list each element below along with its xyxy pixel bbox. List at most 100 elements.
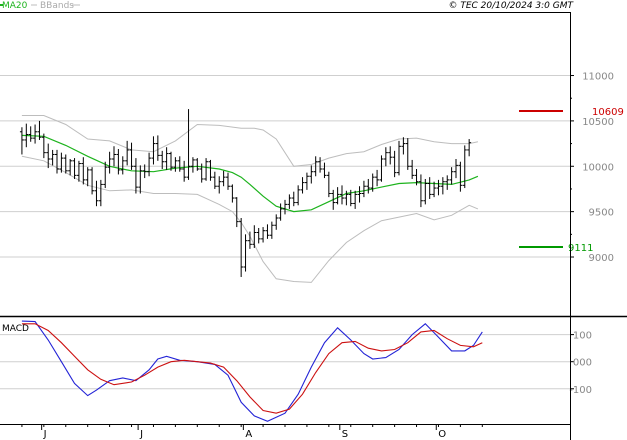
macd-signal-line [21,323,483,414]
ma20-legend-label: MA20 [2,1,28,11]
stock-chart: 106099111 9000 9500 10000 10500 11000 100 000… [0,1,627,440]
ohlc-bar [217,176,222,194]
ohlc-bar [283,199,287,215]
price-tick-label: 10500 [582,117,614,128]
ohlc-bar [436,179,441,196]
ohlc-bar [190,157,195,173]
date-tick-label: J [139,429,143,440]
ohlc-bar [173,157,178,172]
ohlc-bar [94,180,99,207]
ohlc-bar [418,174,423,208]
ohlc-bar [138,165,143,194]
ohlc-bar [208,159,213,181]
ohlc-bar [405,138,410,170]
ohlc-bar [50,149,55,166]
ohlc-bar [147,152,152,177]
ohlc-bar [357,186,362,203]
bbands-legend-label: BBands [40,1,74,11]
ohlc-bar [204,158,209,181]
macd-tick-label: -100 [569,385,592,396]
ohlc-bar [212,171,217,189]
price-bars [19,109,472,277]
date-axis: JJASO [21,424,483,440]
ohlc-bar [90,167,95,195]
ohlc-bar [226,172,230,190]
ohlc-bar [133,158,138,194]
ma20-line-path [21,134,479,213]
ohlc-bar [195,158,200,171]
ohlc-bar [269,221,274,239]
ohlc-bar [19,127,24,155]
ohlc-bar [265,224,270,239]
header-legend: MA20 BBands © TEC 20/10/2024 3:0 GMT [0,1,574,11]
bband-upper-line [21,115,479,167]
ohlc-bar [318,157,323,173]
macd-tick-label: 100 [573,331,592,342]
ohlc-bar [454,159,458,179]
ohlc-bar [243,234,248,272]
ohlc-bar [155,135,160,161]
price-tick-label: 9500 [589,208,614,219]
date-tick-label: O [438,429,446,440]
ohlc-bar [427,177,432,199]
ohlc-bar [291,191,296,207]
bband-lower-line [21,155,479,283]
date-tick-label: J [43,429,47,440]
ohlc-bar [353,190,358,209]
ohlc-bar [410,159,415,179]
ohlc-bar [63,154,68,174]
ohlc-bar [76,160,81,182]
ohlc-bar [287,194,292,209]
ohlc-bar [182,160,187,182]
ohlc-bar [72,158,77,179]
ohlc-bar [252,225,257,248]
date-tick-label: A [245,429,252,440]
ohlc-bar [55,149,59,174]
macd-panel-title: MACD [2,324,29,334]
ohlc-bar [401,137,406,155]
macd-lines [21,320,483,422]
ohlc-bar [388,146,393,165]
ohlc-bar [326,171,331,198]
macd-panel: 100 000 -100 [0,320,592,422]
ohlc-bar [300,177,305,194]
macd-tick-label: 000 [573,358,592,369]
ohlc-bar [103,161,108,189]
ohlc-bar [392,150,397,178]
date-tick-label: S [342,429,348,440]
main-grid [0,75,570,258]
ohlc-bar [296,185,301,206]
ohlc-bar [85,167,90,187]
ohlc-bar [177,156,182,172]
ohlc-bar [304,172,309,190]
ohlc-bar [274,214,279,230]
ohlc-bar [309,165,314,184]
ohlc-bar [98,179,103,207]
ohlc-bar [33,124,38,144]
ohlc-bar [322,162,327,179]
ohlc-bar [112,146,116,167]
ohlc-bar [366,178,371,194]
ohlc-bar [37,120,42,140]
ohlc-bar [28,126,33,142]
ohlc-bar [186,109,191,180]
ohlc-bar [81,157,86,185]
ohlc-bar [383,147,388,167]
macd-grid [0,334,570,390]
ohlc-bar [397,140,401,176]
ohlc-bar [449,167,454,185]
ohlc-bar [379,155,384,182]
ohlc-bar [375,169,380,187]
main-panel: 106099111 9000 9500 10000 10500 11000 [0,72,624,283]
ohlc-bar [467,139,472,157]
ohlc-bar [230,184,235,203]
macd-line [21,320,483,422]
price-axis: 9000 9500 10000 10500 11000 [570,72,614,264]
ohlc-bar [440,177,445,195]
ohlc-bar [256,227,261,244]
support-resistance-levels: 106099111 [519,107,624,254]
macd-axis: 100 000 -100 [569,331,592,396]
ohlc-bar [169,151,173,171]
price-tick-label: 9000 [589,253,614,264]
price-tick-label: 11000 [582,72,614,83]
